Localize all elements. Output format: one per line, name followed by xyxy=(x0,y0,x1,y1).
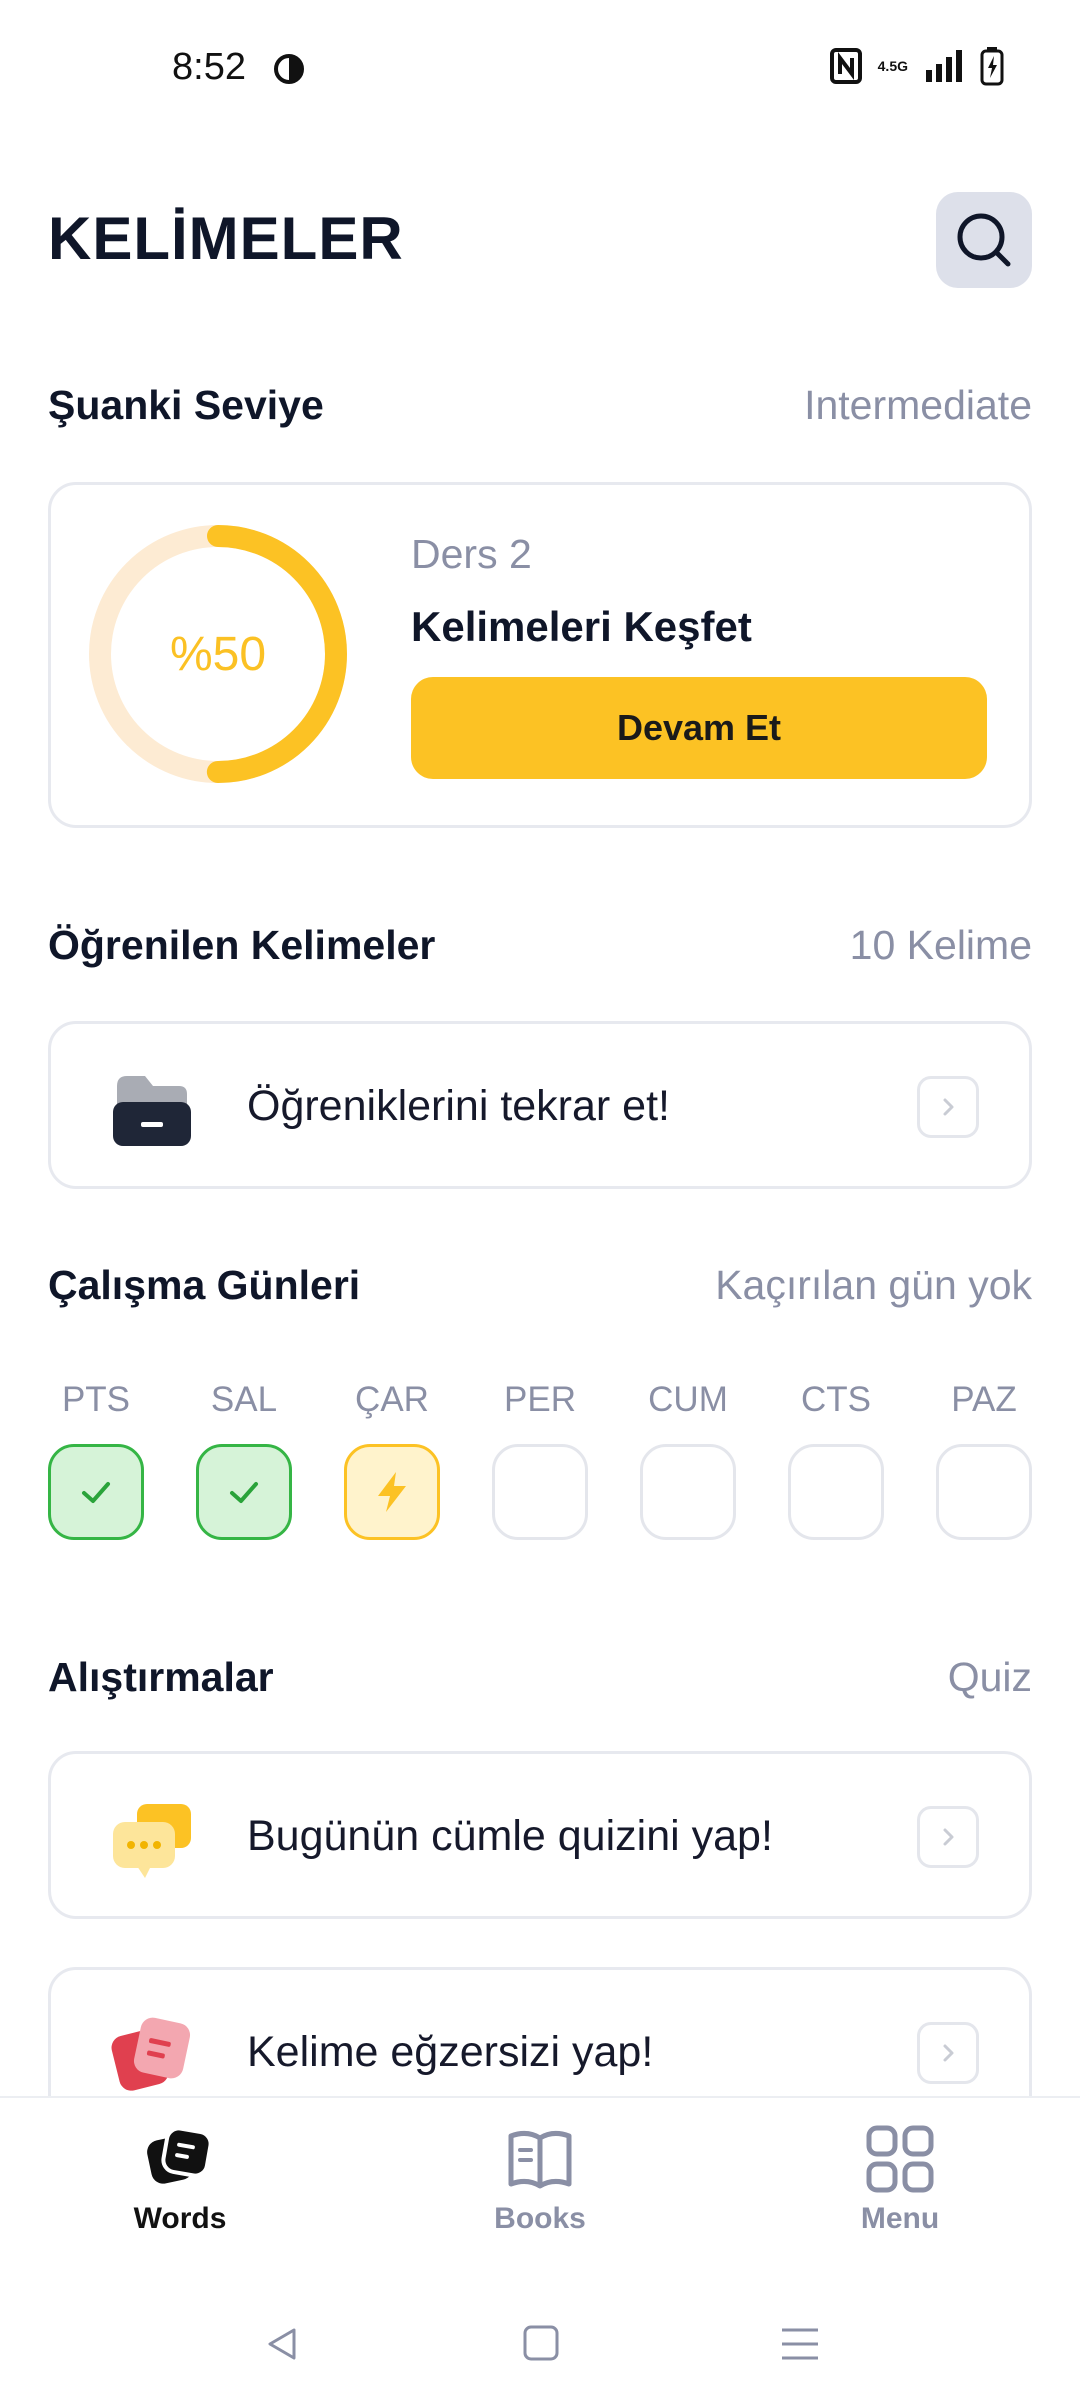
study-days-header: Çalışma Günleri Kaçırılan gün yok xyxy=(48,1262,1032,1309)
continue-button[interactable]: Devam Et xyxy=(411,677,987,779)
chat-bubbles-icon xyxy=(113,1804,191,1878)
study-day: ÇAR xyxy=(344,1380,440,1540)
study-day-label: PAZ xyxy=(951,1380,1017,1419)
review-label: Öğreniklerini tekrar et! xyxy=(247,1082,670,1130)
nav-label-words: Words xyxy=(133,2202,227,2235)
study-day: CUM xyxy=(640,1380,736,1540)
signal-icon xyxy=(926,50,962,82)
study-day-label: SAL xyxy=(210,1380,278,1419)
level-label: Şuanki Seviye xyxy=(48,382,324,428)
exercises-label: Alıştırmalar xyxy=(48,1654,274,1700)
check-icon xyxy=(230,1482,258,1503)
chevron-right-icon xyxy=(917,2022,979,2084)
words-icon xyxy=(147,2126,213,2184)
nav-item-words[interactable]: Words xyxy=(80,2124,280,2236)
study-day-box xyxy=(48,1444,144,1540)
study-day-box xyxy=(936,1444,1032,1540)
study-day-box xyxy=(788,1444,884,1540)
study-day-box xyxy=(196,1444,292,1540)
search-icon xyxy=(957,213,1011,267)
learned-label: Öğrenilen Kelimeler xyxy=(48,922,436,968)
level-value: Intermediate xyxy=(804,382,1032,428)
sentence-quiz-label: Bugünün cümle quizini yap! xyxy=(247,1812,773,1860)
nfc-icon xyxy=(829,48,862,84)
study-day: SAL xyxy=(196,1380,292,1540)
page-title: KELİMELER xyxy=(48,205,404,272)
folder-icon xyxy=(113,1076,191,1146)
recents-icon[interactable] xyxy=(780,2326,820,2362)
lesson-number: Ders 2 xyxy=(411,531,532,577)
study-day: CTS xyxy=(788,1380,884,1540)
book-icon xyxy=(508,2130,572,2189)
study-day-label: PER xyxy=(504,1380,576,1419)
word-cards-icon xyxy=(111,2017,191,2091)
grid-icon xyxy=(866,2125,934,2193)
chevron-right-icon xyxy=(917,1076,979,1138)
study-days-row: PTS SAL ÇAR PER CUM CTS PAZ xyxy=(48,1380,1032,1540)
study-days-status: Kaçırılan gün yok xyxy=(715,1262,1032,1308)
nav-item-books[interactable]: Books xyxy=(440,2124,640,2236)
study-day: PTS xyxy=(48,1380,144,1540)
study-day: PAZ xyxy=(936,1380,1032,1540)
nav-label-menu: Menu xyxy=(860,2202,940,2235)
quiz-link[interactable]: Quiz xyxy=(948,1654,1032,1701)
lesson-card: %50 Ders 2 Kelimeleri Keşfet Devam Et xyxy=(48,482,1032,828)
level-section-header: Şuanki Seviye Intermediate xyxy=(48,382,1032,429)
nav-item-menu[interactable]: Menu xyxy=(800,2124,1000,2236)
study-day-label: ÇAR xyxy=(355,1380,429,1419)
study-day-box xyxy=(344,1444,440,1540)
chevron-right-icon xyxy=(917,1806,979,1868)
battery-charging-icon xyxy=(980,47,1004,86)
exercises-header: Alıştırmalar Quiz xyxy=(48,1654,1032,1701)
back-icon[interactable] xyxy=(262,2324,302,2364)
study-day-box xyxy=(492,1444,588,1540)
study-day: PER xyxy=(492,1380,588,1540)
status-bar: 8:52 4.5G xyxy=(0,0,1080,140)
check-icon xyxy=(82,1482,110,1503)
review-card[interactable]: Öğreniklerini tekrar et! xyxy=(48,1021,1032,1189)
study-day-label: CTS xyxy=(801,1380,871,1419)
system-nav-bar xyxy=(0,2286,1080,2400)
home-icon[interactable] xyxy=(522,2324,560,2362)
do-not-disturb-icon xyxy=(274,54,304,84)
learned-count: 10 Kelime xyxy=(849,922,1032,968)
study-days-label: Çalışma Günleri xyxy=(48,1262,361,1308)
progress-percent: %50 xyxy=(169,627,267,681)
learned-section-header: Öğrenilen Kelimeler 10 Kelime xyxy=(48,922,1032,969)
search-button[interactable] xyxy=(936,192,1032,288)
sentence-quiz-card[interactable]: Bugünün cümle quizini yap! xyxy=(48,1751,1032,1919)
study-day-box xyxy=(640,1444,736,1540)
bottom-nav: Words Books Menu xyxy=(0,2096,1080,2288)
lesson-name: Kelimeleri Keşfet xyxy=(411,603,752,650)
status-time: 8:52 xyxy=(172,46,246,88)
word-exercise-label: Kelime eğzersizi yap! xyxy=(247,2028,654,2076)
study-day-label: CUM xyxy=(648,1380,728,1419)
network-type-label: 4.5G xyxy=(877,58,908,74)
nav-label-books: Books xyxy=(494,2202,586,2235)
study-day-label: PTS xyxy=(61,1380,131,1419)
lightning-icon xyxy=(378,1472,406,1512)
